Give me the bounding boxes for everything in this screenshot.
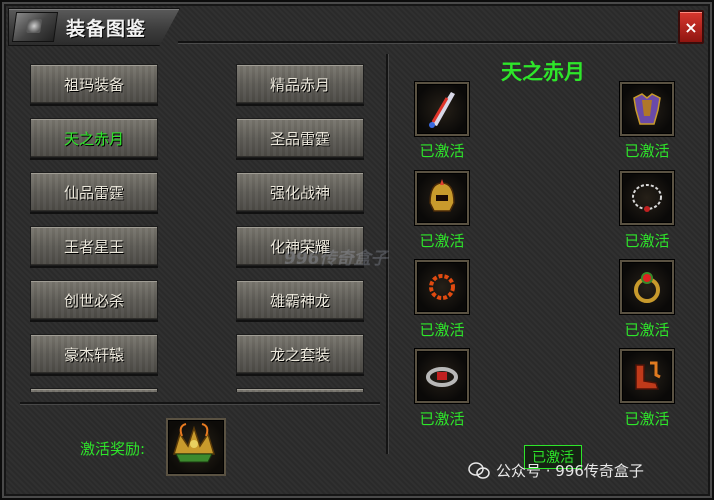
window-title: 装备图鉴 [66,18,147,40]
footer-credit-text: 公众号 · 996传奇盒子 [496,462,644,480]
slot-status: 已激活 [624,410,670,428]
set-button[interactable]: 龙之套装 [236,334,364,374]
crown-icon [172,423,216,463]
slot-status: 已激活 [419,410,465,428]
slot-status: 已激活 [419,142,465,160]
equipment-slot[interactable] [620,82,674,136]
slot-status: 已激活 [624,232,670,250]
equipment-slot[interactable] [620,171,674,225]
weapon-icon [429,92,455,128]
set-button[interactable]: 精品赤月 [236,64,364,104]
set-list: 祖玛装备 精品赤月 天之赤月 圣品雷霆 仙品雷霆 强化战神 王者星王 化神荣耀 创世必杀 雄霸神龙… [20,52,380,392]
equipment-slot[interactable] [415,349,469,403]
belt-icon [426,367,458,387]
equipment-slot[interactable] [620,260,674,314]
title-divider [178,41,676,43]
encyclopedia-icon [11,12,59,42]
footer-credit: 公众号 · 996传奇盒子 [468,460,644,481]
set-button[interactable]: 豪杰轩辕 [30,334,158,374]
encyclopedia-window: 装备图鉴 × 祖玛装备 精品赤月 天之赤月 圣品雷霆 仙品雷霆 强化战神 王者星王 化神荣耀创… [0,0,714,500]
watermark-text: 996传奇盒子 [284,249,388,269]
bracelet-icon [429,274,455,300]
ring-icon [634,272,660,303]
equipment-slot[interactable] [415,260,469,314]
wechat-icon [468,461,490,479]
set-button-partial[interactable] [236,388,364,392]
equipment-slot[interactable] [620,349,674,403]
slot-status: 已激活 [419,321,465,339]
boots-icon [635,361,661,390]
close-button[interactable]: × [678,10,704,44]
equipment-slot[interactable] [415,82,469,136]
set-button[interactable]: 强化战神 [236,172,364,212]
necklace-icon [632,184,662,212]
reward-divider [20,402,380,404]
set-button[interactable]: 雄霸神龙 [236,280,364,320]
set-button[interactable]: 创世必杀 [30,280,158,320]
set-button[interactable]: 圣品雷霆 [236,118,364,158]
set-button[interactable]: 仙品雷霆 [30,172,158,212]
armor-icon [633,93,661,125]
reward-label: 激活奖励: [80,440,146,458]
set-button-partial[interactable] [30,388,158,392]
slot-status: 已激活 [419,232,465,250]
set-button[interactable]: 王者星王 [30,226,158,266]
slot-status: 已激活 [624,321,670,339]
set-button[interactable]: 天之赤月 [30,118,158,158]
helmet-icon [429,179,455,212]
slot-status: 已激活 [624,142,670,160]
set-button[interactable]: 祖玛装备 [30,64,158,104]
equipment-slot[interactable] [415,171,469,225]
reward-slot[interactable] [166,418,226,476]
